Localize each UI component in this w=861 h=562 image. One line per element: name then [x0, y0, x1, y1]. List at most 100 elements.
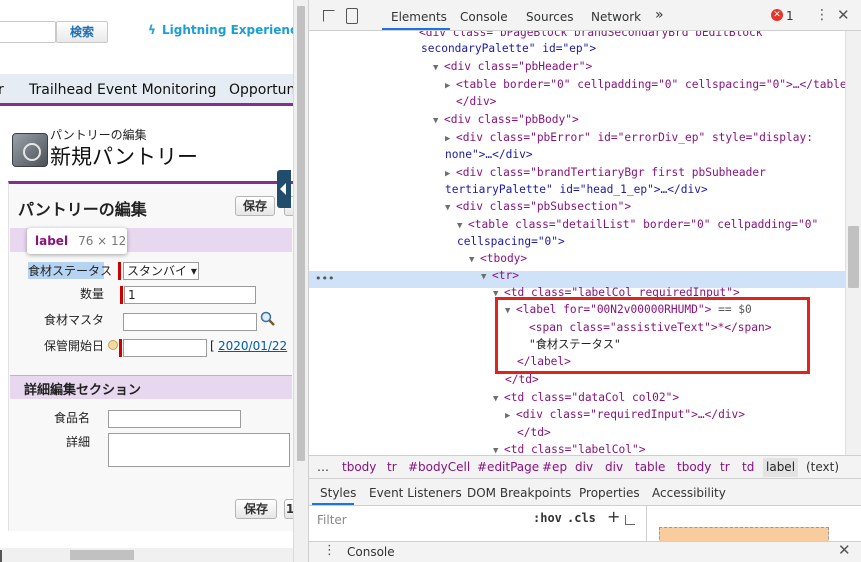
- required-indicator: [118, 262, 121, 280]
- devtools-toolbar: Elements Console Sources Network » ✕ 1 ⋮…: [309, 0, 861, 31]
- page-title: 新規パントリー: [50, 145, 199, 169]
- dom-node[interactable]: ▼ <tbody>: [469, 251, 527, 267]
- date-help-icon: [108, 340, 118, 350]
- storage-start-date-input[interactable]: [123, 339, 207, 357]
- dom-node[interactable]: ▼ <div class="pbSubsection">: [445, 199, 631, 215]
- breadcrumb-item[interactable]: #ep: [542, 460, 567, 474]
- breadcrumb-item[interactable]: tr: [720, 460, 730, 474]
- ingredient-master-input[interactable]: [123, 313, 257, 331]
- breadcrumb-item[interactable]: div: [575, 460, 593, 474]
- customize-menu-icon[interactable]: ⋮: [815, 7, 829, 23]
- breadcrumb-item[interactable]: table: [635, 460, 665, 474]
- tab-sources[interactable]: Sources: [526, 10, 573, 24]
- required-indicator: [120, 286, 123, 304]
- breadcrumb-item[interactable]: td: [742, 460, 754, 474]
- breadcrumb-item[interactable]: tbody: [677, 460, 711, 474]
- dom-node-cont[interactable]: tertiaryPalette" id="head_1_ep">…</div>: [445, 182, 708, 198]
- error-icon[interactable]: ✕: [771, 9, 783, 21]
- storage-start-date-label: 保管開始日: [43, 339, 104, 353]
- breadcrumb: … tbody tr #bodyCell #editPage #ep div d…: [309, 455, 861, 479]
- dom-node-cont[interactable]: cellspacing="0">: [457, 234, 565, 250]
- tab-dom-breakpoints[interactable]: DOM Breakpoints: [467, 486, 571, 500]
- device-toolbar-icon[interactable]: [346, 8, 358, 24]
- dom-node[interactable]: ▼ <table class="detailList" border="0" ce…: [457, 217, 818, 233]
- dom-node-cont[interactable]: none">…</div>: [445, 147, 533, 163]
- styles-filter-input[interactable]: Filter: [315, 510, 525, 530]
- save-button[interactable]: 保存: [235, 196, 275, 216]
- tab-console[interactable]: Console: [460, 10, 508, 24]
- dom-tree[interactable]: <div class="bPageBlock brandSecondaryBrd…: [309, 31, 846, 455]
- breadcrumb-item[interactable]: div: [605, 460, 623, 474]
- lookup-icon[interactable]: [260, 311, 276, 327]
- dom-node[interactable]: ▶ <div class="pbError" id="errorDiv_ep" s…: [445, 130, 813, 146]
- quantity-input[interactable]: 1: [124, 286, 256, 304]
- error-count[interactable]: 1: [786, 9, 794, 23]
- close-devtools-icon[interactable]: ✕: [837, 6, 850, 24]
- required-indicator: [119, 339, 122, 357]
- search-input[interactable]: [0, 21, 56, 43]
- dom-node[interactable]: </td>: [505, 372, 539, 388]
- tab-event-listeners[interactable]: Event Listeners: [369, 486, 462, 500]
- horizontal-scroll-thumb[interactable]: [70, 550, 134, 560]
- tab-accessibility[interactable]: Accessibility: [652, 486, 726, 500]
- today-date-link[interactable]: 2020/01/22: [218, 339, 287, 353]
- dom-node[interactable]: ▶ <div class="requiredInput">…</div>: [505, 407, 745, 423]
- dom-node[interactable]: ▶ <div class="brandTertiaryBgr first pbSu…: [445, 165, 766, 181]
- hover-state-toggle[interactable]: :hov: [533, 511, 562, 525]
- inspect-tooltip: label 76 × 12: [27, 228, 127, 254]
- dom-tree-scroll-thumb[interactable]: [848, 226, 859, 288]
- breadcrumb-item[interactable]: #editPage: [477, 460, 539, 474]
- dom-node-cont[interactable]: secondaryPalette" id="ep">: [421, 41, 596, 57]
- ingredient-master-label: 食材マスタ: [43, 313, 104, 327]
- lightning-experience-link[interactable]: ϟ Lightning Experience: [148, 23, 293, 37]
- add-rule-icon[interactable]: +: [607, 507, 620, 526]
- dom-node[interactable]: </div>: [456, 94, 496, 110]
- console-drawer-tab[interactable]: Console: [347, 545, 395, 559]
- breadcrumb-item-current[interactable]: label: [763, 458, 799, 477]
- breadcrumb-item[interactable]: (text): [806, 460, 839, 474]
- page-vertical-scrollbar[interactable]: [293, 0, 308, 562]
- detail-label: 詳細: [65, 435, 90, 449]
- dom-node[interactable]: ▼ <tr>: [481, 268, 519, 284]
- dom-node[interactable]: </td>: [517, 425, 551, 441]
- tab-opportunities[interactable]: Opportun: [229, 82, 293, 98]
- close-drawer-icon[interactable]: ✕: [838, 541, 851, 559]
- dom-node[interactable]: ▼ <td class="labelCol">: [493, 442, 645, 455]
- new-style-rule-icon[interactable]: [625, 515, 635, 525]
- sidebar-tabs: Styles Event Listeners DOM Breakpoints P…: [309, 479, 861, 506]
- bottom-save-button[interactable]: 保存: [235, 499, 277, 519]
- highlight-annotation-box: [495, 297, 810, 374]
- tab-trailhead-event-monitoring[interactable]: Trailhead Event Monitoring: [29, 82, 216, 98]
- collapse-panel-toggle[interactable]: [277, 170, 291, 208]
- section-title-detail: 詳細編集セクション: [24, 383, 142, 398]
- dom-node[interactable]: ▼ <div class="pbHeader">: [433, 59, 592, 75]
- tab-partial[interactable]: r: [0, 82, 4, 98]
- status-select[interactable]: スタンバイ ▾: [123, 262, 199, 280]
- dom-node[interactable]: ▶ <table border="0" cellpadding="0" cells…: [445, 77, 846, 93]
- class-toggle[interactable]: .cls: [567, 511, 596, 525]
- breadcrumb-item[interactable]: #bodyCell: [408, 460, 470, 474]
- bottom-save-new-button[interactable]: 1: [284, 499, 293, 519]
- horizontal-scrollbar[interactable]: [0, 548, 293, 562]
- lightning-icon: ϟ: [148, 23, 156, 37]
- tab-properties[interactable]: Properties: [579, 486, 640, 500]
- dom-node[interactable]: ▼ <div class="pbBody">: [433, 112, 579, 128]
- food-name-label: 食品名: [53, 411, 90, 425]
- inspect-element-icon[interactable]: [323, 10, 335, 22]
- breadcrumb-item[interactable]: …: [317, 460, 329, 474]
- food-name-input[interactable]: [108, 410, 241, 428]
- breadcrumb-item[interactable]: tr: [387, 460, 397, 474]
- drawer-menu-icon[interactable]: ⋮: [323, 543, 336, 558]
- date-bracket: [: [210, 339, 215, 353]
- dom-node[interactable]: <div class="bPageBlock brandSecondaryBrd…: [419, 31, 763, 41]
- tab-styles[interactable]: Styles: [320, 486, 356, 500]
- breadcrumb-item[interactable]: tbody: [342, 460, 376, 474]
- tab-network[interactable]: Network: [591, 10, 641, 24]
- more-tabs-chevron-icon[interactable]: »: [655, 7, 664, 23]
- detail-textarea[interactable]: [108, 433, 290, 467]
- active-tab-indicator: [382, 28, 450, 30]
- search-button[interactable]: 検索: [56, 21, 108, 43]
- tab-elements[interactable]: Elements: [391, 10, 447, 24]
- page-scroll-thumb[interactable]: [297, 6, 305, 461]
- dom-node[interactable]: ▼ <td class="dataCol col02">: [493, 390, 679, 406]
